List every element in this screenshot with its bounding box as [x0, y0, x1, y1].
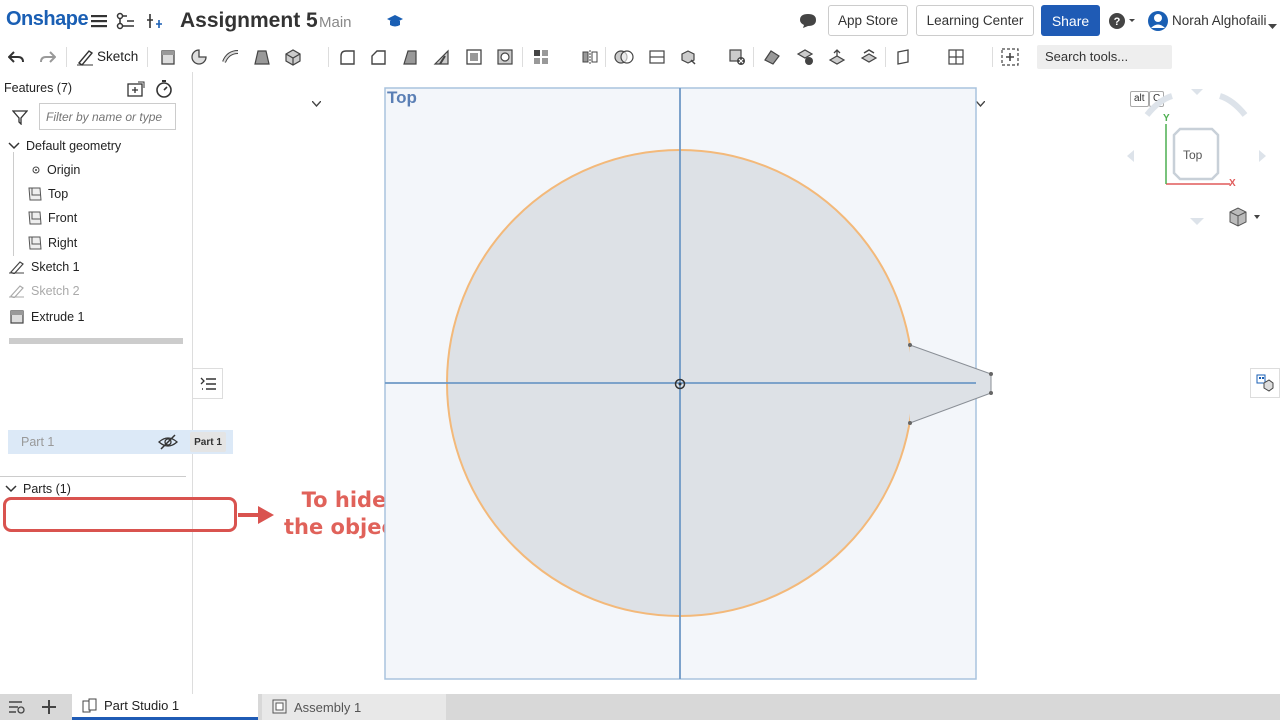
tab-part-studio-1[interactable]: Part Studio 1 [72, 694, 258, 720]
plane-label: Top [387, 88, 417, 107]
y-axis-label: Y [1163, 113, 1170, 124]
appearance-panel-toggle[interactable] [1250, 368, 1280, 398]
x-axis-label: X [1229, 178, 1236, 189]
tab-manager-icon[interactable] [8, 699, 26, 718]
tab-assembly-1[interactable]: Assembly 1 [262, 694, 446, 720]
view-options-icon[interactable] [1229, 207, 1260, 227]
assembly-icon [272, 699, 287, 714]
graphics-viewport[interactable] [0, 0, 1280, 694]
appearance-icon [1256, 374, 1274, 392]
view-cube-face-label: Top [1183, 148, 1203, 162]
document-tab-bar: Part Studio 1 Assembly 1 [0, 694, 1280, 720]
part-studio-icon [82, 698, 97, 712]
add-tab-icon[interactable] [41, 699, 57, 718]
